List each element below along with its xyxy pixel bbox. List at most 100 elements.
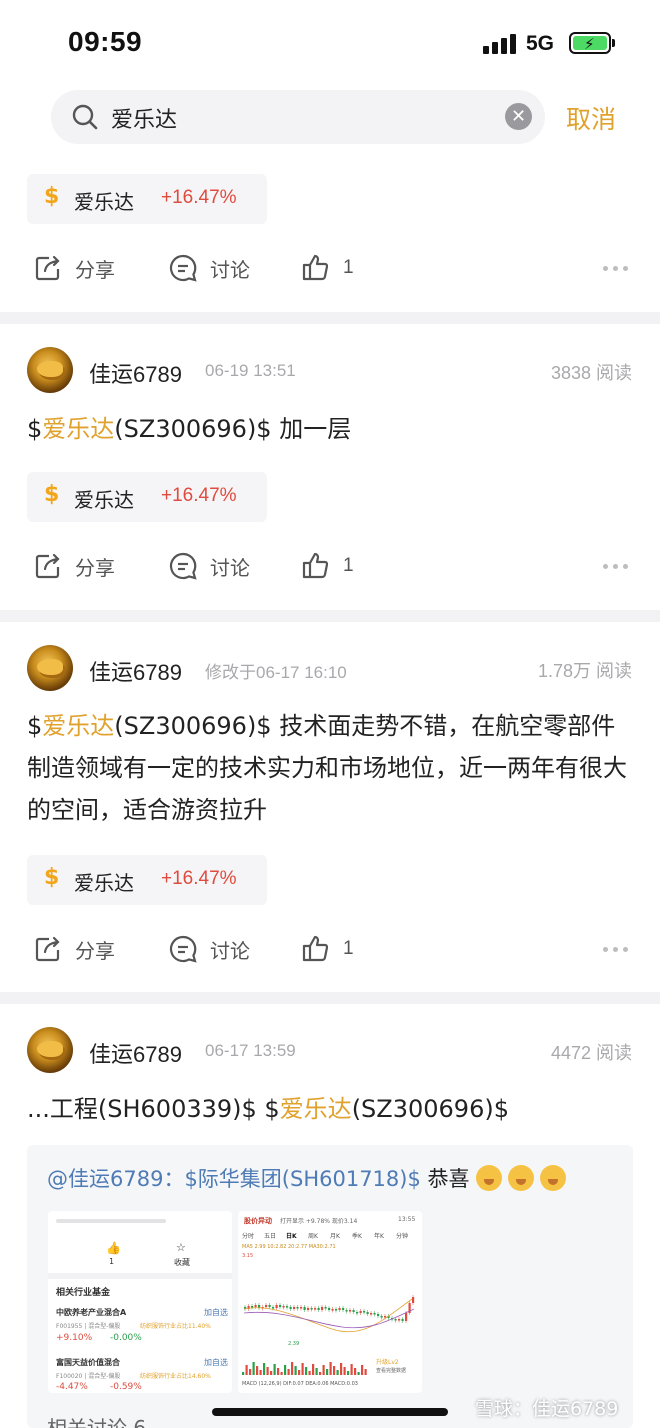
fund-name: 中欧养老产业混合A: [56, 1308, 127, 1317]
repost-image-2[interactable]: 股价异动 打开显示 +9.78% 现价3.14 13:55 分时 五日 日K 周K 月K…: [238, 1211, 422, 1393]
post-time: 06-19 13:51: [205, 361, 296, 380]
candle: [307, 1308, 310, 1310]
post-body[interactable]: $爱乐达(SZ300696)$ 技术面走势不错，在航空零部件制造领域有一定的技术…: [27, 705, 637, 831]
divider: [0, 610, 660, 622]
stock-chip[interactable]: $ 爱乐达 +16.47%: [27, 855, 267, 905]
thumb-divider: [48, 1273, 232, 1279]
volume-bar: [249, 1369, 252, 1375]
more-icon[interactable]: [603, 266, 628, 271]
post-text: (SZ300696)$ 加一层: [114, 415, 352, 443]
chart-time: 13:55: [398, 1216, 416, 1223]
share-icon: [35, 255, 60, 281]
volume-bar: [354, 1368, 357, 1375]
candle: [394, 1319, 397, 1321]
thumb-fav: 收藏: [174, 1258, 190, 1267]
candle: [324, 1307, 327, 1309]
comment-icon: [169, 935, 197, 963]
share-button[interactable]: 分享: [33, 546, 115, 586]
search-input[interactable]: 爱乐达 ✕: [51, 90, 545, 144]
volume-bar: [357, 1372, 360, 1375]
add-fund-button[interactable]: 加自选: [204, 1307, 228, 1318]
candle: [338, 1308, 341, 1310]
like-icon: 👍: [106, 1241, 121, 1255]
share-button[interactable]: 分享: [33, 929, 115, 969]
stock-change: +16.47%: [161, 868, 237, 889]
repost-card[interactable]: @佳运6789：$际华集团(SH601718)$ 恭喜 👍 1 ☆ 收藏 相关行…: [27, 1145, 633, 1428]
discuss-button[interactable]: 讨论: [168, 248, 250, 288]
repost-link[interactable]: @佳运6789：$际华集团(SH601718)$: [47, 1167, 421, 1191]
like-button[interactable]: 1: [301, 248, 354, 288]
like-button[interactable]: 1: [301, 929, 354, 969]
kline-tab[interactable]: 年K: [374, 1231, 384, 1240]
candle: [321, 1307, 324, 1310]
volume-bar: [305, 1367, 308, 1375]
cancel-button[interactable]: 取消: [566, 100, 616, 136]
add-fund-button[interactable]: 加自选: [204, 1357, 228, 1368]
upgrade-sub: 查看完整数据: [376, 1368, 407, 1374]
battery-cap: [612, 39, 615, 47]
kline-tab[interactable]: 月K: [330, 1231, 340, 1240]
candle: [401, 1319, 404, 1321]
repost-text-post: 恭喜: [420, 1167, 470, 1191]
stock-link[interactable]: 爱乐达: [42, 712, 114, 740]
avatar[interactable]: [27, 347, 73, 393]
avatar[interactable]: [27, 1027, 73, 1073]
kline-tab[interactable]: 分时: [242, 1231, 254, 1240]
stock-chip[interactable]: $ 爱乐达 +16.47%: [27, 174, 267, 224]
like-button[interactable]: 1: [301, 546, 354, 586]
fund-pct: -4.47%: [56, 1382, 88, 1392]
more-icon[interactable]: [603, 947, 628, 952]
more-icon[interactable]: [603, 564, 628, 569]
author-name[interactable]: 佳运6789: [89, 655, 182, 687]
volume-chart: [242, 1362, 367, 1375]
repost-image-1[interactable]: 👍 1 ☆ 收藏 相关行业基金 中欧养老产业混合A 加自选 F001955 | …: [48, 1211, 232, 1393]
kline-tab[interactable]: 日K: [286, 1231, 297, 1240]
volume-bar: [336, 1370, 339, 1375]
post-actions: 分享 讨论 1: [0, 248, 660, 288]
emoji-icon: [475, 1165, 502, 1191]
kline-tab[interactable]: 周K: [308, 1231, 318, 1240]
volume-bar: [329, 1362, 332, 1375]
stock-link[interactable]: 爱乐达: [280, 1095, 352, 1123]
author-name[interactable]: 佳运6789: [89, 1037, 182, 1069]
author-name[interactable]: 佳运6789: [89, 357, 182, 389]
stock-link[interactable]: 爱乐达: [42, 415, 114, 443]
ma-text: MA5 2.99 10:2.82 20:2.77 MA30:2.71: [242, 1244, 336, 1250]
kline-tab[interactable]: 分钟: [396, 1231, 408, 1240]
candle: [342, 1308, 345, 1310]
candle: [272, 1307, 275, 1309]
kline-tab[interactable]: 季K: [352, 1231, 362, 1240]
volume-bar: [256, 1366, 259, 1375]
discuss-button[interactable]: 讨论: [168, 929, 250, 969]
related-discussions[interactable]: 相关讨论 6: [47, 1412, 146, 1428]
discuss-button[interactable]: 讨论: [168, 546, 250, 586]
share-icon: [35, 936, 60, 962]
candle: [254, 1305, 257, 1307]
volume-bar: [312, 1364, 315, 1375]
candle: [366, 1312, 369, 1314]
volume-bar: [273, 1364, 276, 1375]
macd-text: MACD (12,26,9) DIF:0.07 DEA:0.06 MACD:0.…: [242, 1381, 358, 1387]
volume-bar: [242, 1372, 245, 1375]
candle: [345, 1310, 348, 1312]
clear-icon[interactable]: ✕: [505, 103, 532, 130]
share-label: 分享: [75, 938, 115, 963]
post-time: 06-17 13:59: [205, 1041, 296, 1060]
dollar-icon: $: [44, 865, 60, 890]
volume-bar: [259, 1370, 262, 1375]
kline-tab[interactable]: 五日: [264, 1231, 276, 1240]
share-button[interactable]: 分享: [33, 248, 115, 288]
candle: [359, 1311, 362, 1313]
post-time: 修改于06-17 16:10: [205, 663, 347, 682]
stock-chip[interactable]: $ 爱乐达 +16.47%: [27, 472, 267, 522]
upgrade-button[interactable]: 升级Lv2: [376, 1357, 399, 1366]
avatar[interactable]: [27, 645, 73, 691]
post-body[interactable]: ...工程(SH600339)$ $爱乐达(SZ300696)$: [27, 1088, 637, 1130]
share-label: 分享: [75, 555, 115, 580]
kline-chart: [243, 1295, 415, 1333]
candle: [286, 1306, 289, 1308]
candle: [331, 1309, 334, 1311]
post-body[interactable]: $爱乐达(SZ300696)$ 加一层: [27, 408, 637, 450]
dollar-icon: $: [44, 482, 60, 507]
candle: [279, 1305, 282, 1307]
